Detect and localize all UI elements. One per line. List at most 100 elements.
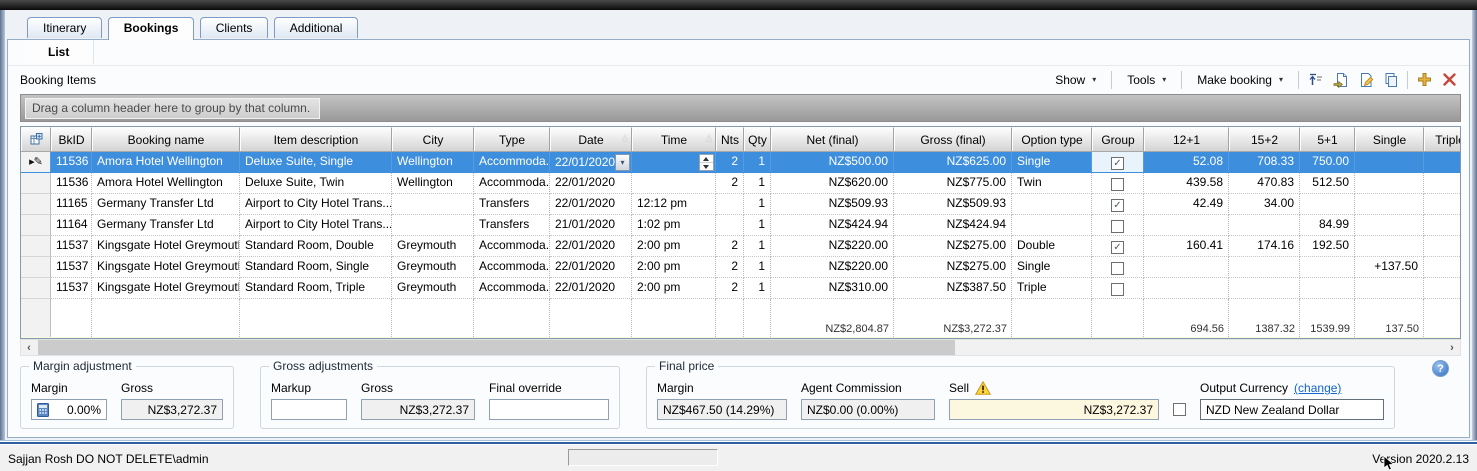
column-header-time[interactable]: Time△ <box>632 127 716 151</box>
cell-net[interactable]: NZ$220.00 <box>771 257 894 278</box>
group-checkbox[interactable]: ✓ <box>1111 241 1124 254</box>
cell-type[interactable]: Transfers <box>474 215 550 236</box>
final-price-checkbox[interactable] <box>1173 403 1186 416</box>
column-header-group[interactable]: Group <box>1092 127 1144 151</box>
cell-name[interactable]: Kingsgate Hotel Greymouth <box>92 236 240 257</box>
cell-net[interactable]: NZ$424.94 <box>771 215 894 236</box>
cell-indicator[interactable] <box>21 278 51 299</box>
cell-c12_1[interactable] <box>1144 215 1229 236</box>
cell-option[interactable] <box>1012 194 1092 215</box>
column-header-qty[interactable]: Qty <box>744 127 771 151</box>
cell-nts[interactable]: 2 <box>716 173 744 194</box>
cell-name[interactable]: Amora Hotel Wellington <box>92 152 240 173</box>
column-header-c5_1[interactable]: 5+1 <box>1300 127 1355 151</box>
cell-date[interactable]: 22/01/2020 <box>550 173 632 194</box>
cell-desc[interactable]: Deluxe Suite, Single <box>240 152 392 173</box>
cell-qty[interactable]: 1 <box>744 173 771 194</box>
cell-time[interactable]: 1:02 pm <box>632 215 716 236</box>
cell-indicator[interactable]: ▸✎ <box>21 152 51 173</box>
cell-gross[interactable]: NZ$775.00 <box>894 173 1012 194</box>
cell-qty[interactable]: 1 <box>744 194 771 215</box>
spinner-down-icon[interactable] <box>700 163 713 170</box>
copy-item-button[interactable] <box>1379 70 1402 90</box>
cell-triple[interactable] <box>1424 215 1461 236</box>
group-by-bar[interactable]: Drag a column header here to group by th… <box>20 94 1461 122</box>
change-currency-link[interactable]: (change) <box>1294 381 1341 395</box>
cell-date[interactable]: 22/01/2020 <box>550 278 632 299</box>
cell-time[interactable]: 2:00 pm <box>632 236 716 257</box>
cell-c5_1[interactable]: 512.50 <box>1300 173 1355 194</box>
group-checkbox[interactable]: ✓ <box>1111 199 1124 212</box>
date-dropdown-button[interactable]: ▾ <box>615 154 630 171</box>
cell-option[interactable]: Single <box>1012 152 1092 173</box>
cell-option[interactable]: Triple <box>1012 278 1092 299</box>
cell-net[interactable]: NZ$220.00 <box>771 236 894 257</box>
cell-bkid[interactable]: 11536 <box>51 152 92 173</box>
cell-c15_2[interactable] <box>1229 257 1300 278</box>
cell-date[interactable]: 21/01/2020 <box>550 215 632 236</box>
cell-desc[interactable]: Deluxe Suite, Twin <box>240 173 392 194</box>
cell-nts[interactable]: 2 <box>716 152 744 173</box>
cell-c5_1[interactable]: 750.00 <box>1300 152 1355 173</box>
cell-c12_1[interactable]: 439.58 <box>1144 173 1229 194</box>
calculator-icon[interactable] <box>37 403 49 417</box>
cell-triple[interactable] <box>1424 236 1461 257</box>
cell-date[interactable]: 22/01/2020 <box>550 236 632 257</box>
final-override-input[interactable] <box>489 399 609 420</box>
cell-city[interactable]: Greymouth <box>392 236 474 257</box>
cell-c5_1[interactable] <box>1300 257 1355 278</box>
markup-input[interactable] <box>271 399 347 420</box>
cell-gross[interactable]: NZ$424.94 <box>894 215 1012 236</box>
cell-date[interactable]: 22/01/2020▾ <box>550 152 632 173</box>
column-header-city[interactable]: City <box>392 127 474 151</box>
cell-time[interactable]: 12:12 pm <box>632 194 716 215</box>
cell-option[interactable]: Single <box>1012 257 1092 278</box>
cell-desc[interactable]: Standard Room, Single <box>240 257 392 278</box>
cell-name[interactable]: Amora Hotel Wellington <box>92 173 240 194</box>
cell-indicator[interactable] <box>21 173 51 194</box>
column-header-name[interactable]: Booking name <box>92 127 240 151</box>
scroll-right-button[interactable]: › <box>1444 340 1460 355</box>
cell-desc[interactable]: Airport to City Hotel Trans... <box>240 215 392 236</box>
group-checkbox[interactable] <box>1111 178 1124 191</box>
cell-group[interactable] <box>1092 257 1144 278</box>
cell-c12_1[interactable] <box>1144 257 1229 278</box>
cell-gross[interactable]: NZ$275.00 <box>894 236 1012 257</box>
cell-group[interactable] <box>1092 173 1144 194</box>
cell-nts[interactable] <box>716 194 744 215</box>
scrollbar-thumb[interactable] <box>38 340 955 355</box>
cell-c12_1[interactable]: 160.41 <box>1144 236 1229 257</box>
cell-qty[interactable]: 1 <box>744 215 771 236</box>
column-header-indicator[interactable] <box>21 127 51 151</box>
cell-city[interactable]: Greymouth <box>392 278 474 299</box>
cell-name[interactable]: Kingsgate Hotel Greymouth <box>92 257 240 278</box>
cell-bkid[interactable]: 11165 <box>51 194 92 215</box>
cell-name[interactable]: Germany Transfer Ltd <box>92 194 240 215</box>
cell-nts[interactable]: 2 <box>716 236 744 257</box>
cell-c12_1[interactable] <box>1144 278 1229 299</box>
cell-city[interactable] <box>392 215 474 236</box>
cell-desc[interactable]: Standard Room, Double <box>240 236 392 257</box>
time-spinner[interactable] <box>699 154 714 171</box>
cell-indicator[interactable] <box>21 257 51 278</box>
column-header-single[interactable]: Single <box>1355 127 1424 151</box>
output-currency-field[interactable]: NZD New Zealand Dollar <box>1200 399 1384 420</box>
cell-type[interactable]: Accommoda... <box>474 173 550 194</box>
cell-single[interactable] <box>1355 194 1424 215</box>
column-header-bkid[interactable]: BkID <box>51 127 92 151</box>
cell-c15_2[interactable]: 708.33 <box>1229 152 1300 173</box>
cell-gross[interactable]: NZ$275.00 <box>894 257 1012 278</box>
cell-indicator[interactable] <box>21 194 51 215</box>
group-checkbox[interactable] <box>1111 220 1124 233</box>
cell-c15_2[interactable]: 174.16 <box>1229 236 1300 257</box>
cell-single[interactable]: +137.50 <box>1355 257 1424 278</box>
cell-gross[interactable]: NZ$387.50 <box>894 278 1012 299</box>
group-checkbox[interactable]: ✓ <box>1111 157 1124 170</box>
cell-bkid[interactable]: 11537 <box>51 236 92 257</box>
horizontal-scrollbar[interactable]: ‹ › <box>20 339 1461 356</box>
column-header-triple[interactable]: Triple <box>1424 127 1461 151</box>
help-button[interactable]: ? <box>1432 360 1449 377</box>
scroll-left-button[interactable]: ‹ <box>21 340 37 355</box>
cell-type[interactable]: Accommoda... <box>474 152 550 173</box>
cell-desc[interactable]: Airport to City Hotel Trans... <box>240 194 392 215</box>
